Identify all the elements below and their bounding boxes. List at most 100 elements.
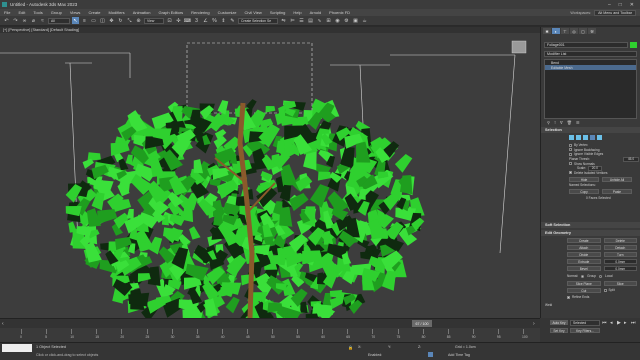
- key-filters-button[interactable]: Key Filters...: [570, 328, 600, 333]
- menu-phoenix-fd[interactable]: Phoenix FD: [325, 10, 354, 15]
- split-row[interactable]: Split: [603, 288, 638, 293]
- divide-button[interactable]: Divide: [567, 252, 601, 257]
- link-icon[interactable]: ∞: [21, 17, 28, 24]
- menu-customize[interactable]: Customize: [214, 10, 241, 15]
- edit-named-sets-icon[interactable]: ✎: [229, 17, 236, 24]
- next-frame-icon[interactable]: ›: [533, 321, 535, 327]
- menu-help[interactable]: Help: [289, 10, 305, 15]
- selected-dropdown[interactable]: Selected: [570, 320, 600, 326]
- snaps-toggle-icon[interactable]: 3: [193, 17, 200, 24]
- track-bar[interactable]: 0 5 10 15 20 25 30 35 40 45 50 55 60 65 70 75 80 85 90 95 10…: [0, 328, 540, 342]
- spinner-snap-icon[interactable]: ⇕: [220, 17, 227, 24]
- time-slider-handle[interactable]: 67 / 100: [412, 320, 432, 327]
- checkbox-delete-isolated[interactable]: [569, 171, 572, 175]
- unlink-icon[interactable]: ⌀: [30, 17, 37, 24]
- checkbox-row[interactable]: Delete Isolated Vertices: [569, 171, 639, 176]
- placement-icon[interactable]: ⊕: [135, 17, 142, 24]
- display-tab-icon[interactable]: ▢: [579, 28, 587, 34]
- make-unique-icon[interactable]: ∀: [560, 120, 563, 126]
- modify-tab-icon[interactable]: ◐: [552, 28, 560, 34]
- goto-end-icon[interactable]: ⏭: [631, 320, 636, 326]
- menu-rendering[interactable]: Rendering: [187, 10, 213, 15]
- render-setup-icon[interactable]: ⚙: [343, 17, 350, 24]
- menu-file[interactable]: File: [0, 10, 14, 15]
- paste-button[interactable]: Paste: [602, 189, 632, 194]
- copy-button[interactable]: Copy: [569, 189, 599, 194]
- radio-local[interactable]: [599, 274, 603, 278]
- menu-views[interactable]: Views: [66, 10, 85, 15]
- prev-frame-icon[interactable]: ‹: [2, 321, 4, 327]
- checkbox-show-normals[interactable]: [569, 162, 572, 166]
- modifier-list-select[interactable]: Modifier List: [544, 51, 637, 57]
- menu-edit[interactable]: Edit: [14, 10, 29, 15]
- object-name-field[interactable]: Foliage001: [544, 42, 628, 48]
- checkbox-ignore-backfacing[interactable]: [569, 148, 572, 152]
- schematic-view-icon[interactable]: ⊞: [325, 17, 332, 24]
- turn-button[interactable]: Turn: [603, 252, 637, 257]
- extrude-button[interactable]: Extrude: [567, 259, 601, 264]
- curve-editor-icon[interactable]: ∿: [316, 17, 323, 24]
- selection-rollout-header[interactable]: Selection: [541, 127, 640, 133]
- utilities-tab-icon[interactable]: ⚒: [588, 28, 596, 34]
- close-button[interactable]: ✕: [630, 2, 634, 8]
- perspective-viewport[interactable]: [0, 33, 540, 318]
- menu-arnold[interactable]: Arnold: [306, 10, 326, 15]
- maximize-button[interactable]: □: [619, 2, 622, 8]
- lock-selection-icon[interactable]: 🔒: [348, 345, 353, 350]
- select-manipulate-icon[interactable]: ✣: [175, 17, 182, 24]
- unhide-all-button[interactable]: Unhide All: [602, 177, 632, 182]
- redo-icon[interactable]: ↷: [12, 17, 19, 24]
- angle-snap-icon[interactable]: ∠: [202, 17, 209, 24]
- menu-create[interactable]: Create: [84, 10, 104, 15]
- rendered-frame-icon[interactable]: ▣: [352, 17, 359, 24]
- hide-button[interactable]: Hide: [569, 177, 599, 182]
- named-selection-set-select[interactable]: Create Selection Se: [238, 17, 278, 24]
- vertex-level-icon[interactable]: [569, 135, 574, 140]
- cut-button[interactable]: Cut: [567, 288, 601, 293]
- minimize-button[interactable]: –: [608, 2, 611, 8]
- menu-scripting[interactable]: Scripting: [266, 10, 290, 15]
- checkbox-by-vertex[interactable]: [569, 143, 572, 147]
- set-key-button[interactable]: Set Key: [550, 328, 568, 333]
- bevel-spinner[interactable]: 0.0mm: [603, 266, 637, 271]
- remove-modifier-icon[interactable]: 🗑: [567, 120, 572, 126]
- detach-button[interactable]: Detach: [603, 245, 637, 250]
- add-time-tag-button[interactable]: Add Time Tag: [448, 353, 470, 357]
- align-icon[interactable]: ⊨: [289, 17, 296, 24]
- time-tag-icon[interactable]: [428, 352, 433, 357]
- bevel-button[interactable]: Bevel: [567, 266, 601, 271]
- menu-group[interactable]: Group: [47, 10, 66, 15]
- maxscript-listener[interactable]: [2, 344, 32, 352]
- planar-thresh-spinner[interactable]: 45.0: [623, 156, 639, 162]
- selection-filter-select[interactable]: All: [48, 17, 70, 24]
- menu-animation[interactable]: Animation: [129, 10, 155, 15]
- menu-tools[interactable]: Tools: [29, 10, 46, 15]
- keyboard-shortcut-icon[interactable]: ⌨: [184, 17, 191, 24]
- move-icon[interactable]: ✥: [108, 17, 115, 24]
- mirror-icon[interactable]: ⇋: [280, 17, 287, 24]
- create-button[interactable]: Create: [567, 238, 601, 243]
- checkbox-ignore-visible-edges[interactable]: [569, 152, 572, 156]
- render-icon[interactable]: ☕: [361, 17, 368, 24]
- soft-selection-rollout-header[interactable]: Soft Selection: [541, 222, 640, 228]
- percent-snap-icon[interactable]: %: [211, 17, 218, 24]
- next-key-icon[interactable]: ▸: [624, 320, 627, 326]
- motion-tab-icon[interactable]: ◎: [570, 28, 578, 34]
- time-slider[interactable]: ‹ 67 / 100 ›: [0, 318, 540, 328]
- slice-button[interactable]: Slice: [603, 281, 637, 286]
- menu-modifiers[interactable]: Modifiers: [104, 10, 128, 15]
- pivot-icon[interactable]: ⊡: [166, 17, 173, 24]
- polygon-level-icon[interactable]: [590, 135, 595, 140]
- hierarchy-tab-icon[interactable]: ⊤: [561, 28, 569, 34]
- checkbox-split[interactable]: [603, 288, 607, 292]
- undo-icon[interactable]: ↶: [3, 17, 10, 24]
- pin-stack-icon[interactable]: ⚲: [547, 120, 550, 126]
- select-by-name-icon[interactable]: ≡: [81, 17, 88, 24]
- edge-level-icon[interactable]: [576, 135, 581, 140]
- attach-button[interactable]: Attach: [567, 245, 601, 250]
- goto-start-icon[interactable]: ⏮: [602, 320, 607, 326]
- refine-ends-row[interactable]: Refine Ends: [567, 295, 589, 300]
- checkbox-refine-ends[interactable]: [567, 295, 570, 299]
- window-crossing-icon[interactable]: ◫: [99, 17, 106, 24]
- material-editor-icon[interactable]: ◉: [334, 17, 341, 24]
